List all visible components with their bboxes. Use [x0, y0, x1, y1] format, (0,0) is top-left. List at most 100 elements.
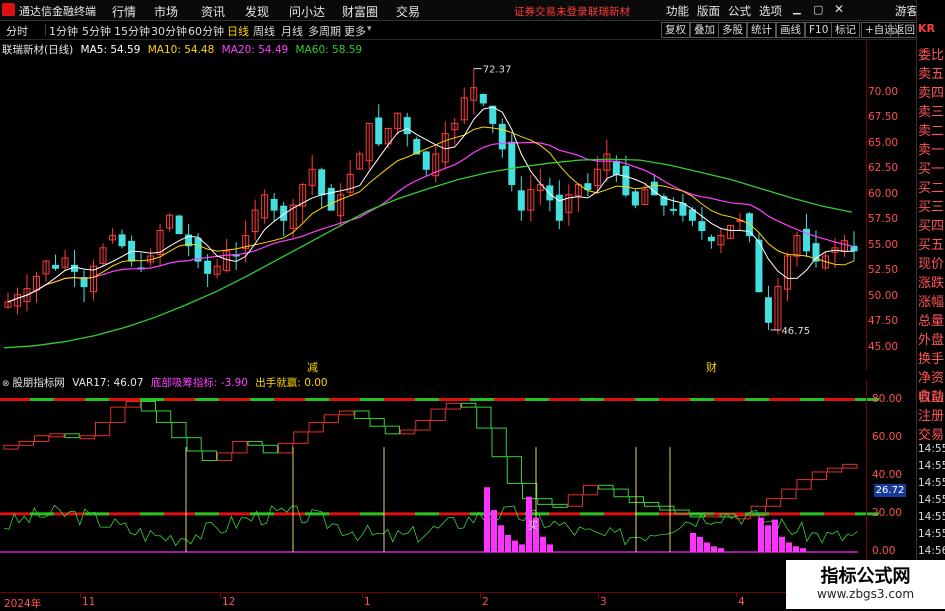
candle-body	[850, 245, 858, 252]
candle-body	[194, 237, 202, 262]
sidebar-item[interactable]: 注册	[918, 405, 944, 424]
accumulation-bar	[484, 487, 490, 552]
multi-stock-button[interactable]: 多股	[718, 22, 747, 38]
tab-daily[interactable]: 日线	[227, 23, 249, 39]
stats-button[interactable]: 统计	[747, 22, 776, 38]
sidebar-item[interactable]: 卖二	[918, 120, 944, 139]
menu-ask-xiaoda[interactable]: 问小达	[289, 3, 325, 20]
accumulation-bar	[793, 546, 799, 552]
menu-function[interactable]: 功能	[666, 3, 689, 19]
price-tick-label: 62.50	[868, 162, 899, 175]
tab-weekly[interactable]: 周线	[253, 23, 275, 39]
sidebar-item[interactable]: 净资	[918, 367, 944, 386]
menu-discover[interactable]: 发现	[245, 3, 269, 20]
sidebar-item[interactable]: 卖一	[918, 139, 944, 158]
sidebar-item[interactable]: 买三	[918, 196, 944, 215]
sidebar-item[interactable]: 买四	[918, 215, 944, 234]
overlay-button[interactable]: 叠加	[690, 22, 719, 38]
price-tick-label: 70.00	[868, 85, 899, 98]
sidebar-item[interactable]: 交易	[918, 424, 944, 443]
event-flag-finance[interactable]: 财	[706, 359, 717, 375]
sidebar-item[interactable]: 买五	[918, 234, 944, 253]
var17-step	[506, 456, 522, 484]
sidebar-item[interactable]: 总量	[918, 310, 944, 329]
var17-step	[95, 421, 111, 437]
var17-step	[262, 444, 278, 454]
var17-step	[644, 501, 660, 507]
sidebar-item[interactable]: 涨跌	[918, 272, 944, 291]
chevron-down-icon[interactable]: ▾	[367, 24, 372, 34]
tab-multi-period[interactable]: 多周期	[308, 23, 341, 39]
trade-time: 14:55	[918, 528, 945, 540]
tab-60min[interactable]: 60分钟	[188, 23, 224, 39]
var17-step	[522, 482, 538, 500]
time-tick-mark	[598, 592, 599, 598]
oscillator-line	[3, 504, 858, 547]
candle-body	[679, 202, 687, 216]
menu-news[interactable]: 资讯	[201, 3, 225, 20]
sidebar-item[interactable]: 卖三	[918, 101, 944, 120]
candle-body	[546, 185, 554, 201]
adjust-button[interactable]: 复权	[661, 22, 690, 38]
price-tick-label: 50.00	[868, 289, 899, 302]
minimize-icon[interactable]: ▁	[793, 4, 801, 15]
sidebar-item[interactable]: 外盘	[918, 329, 944, 348]
var17-step	[34, 435, 50, 442]
candle-body	[764, 297, 772, 323]
login-warning[interactable]: 证券交易未登录	[514, 4, 588, 19]
legend-var17: VAR17: 46.07	[72, 377, 144, 389]
sidebar-item[interactable]: 委比	[918, 44, 944, 63]
time-tick-label: 3	[600, 596, 607, 608]
menu-layout[interactable]: 版面	[697, 3, 720, 19]
mark-button[interactable]: 标记	[831, 22, 860, 38]
tab-30min[interactable]: 30分钟	[151, 23, 187, 39]
price-tick-label: 57.50	[868, 213, 899, 226]
var17-step	[430, 408, 446, 421]
tab-1min[interactable]: 1分钟	[49, 23, 78, 39]
sidebar-item[interactable]: 买二	[918, 177, 944, 196]
menu-trade[interactable]: 交易	[396, 3, 420, 20]
time-tick-mark	[80, 592, 81, 598]
accumulation-bar	[704, 542, 710, 552]
close-icon[interactable]: ✕	[834, 2, 844, 16]
sidebar-item[interactable]: 涨幅	[918, 291, 944, 310]
trade-time: 14:55	[918, 443, 945, 455]
watermark-url: www.zbgs3.com	[816, 587, 915, 601]
var17-step	[49, 433, 65, 438]
price-tick-label: 47.50	[868, 315, 899, 328]
back-button[interactable]: 返回	[890, 22, 919, 38]
tab-5min[interactable]: 5分钟	[82, 23, 111, 39]
var17-step	[384, 425, 400, 435]
candle-body	[688, 209, 696, 221]
sidebar-item[interactable]: 买一	[918, 158, 944, 177]
indicator-chart[interactable]: 买	[0, 386, 880, 558]
time-tick-mark	[362, 592, 363, 598]
sidebar-item[interactable]: 卖五	[918, 63, 944, 82]
tab-timeshare[interactable]: 分时	[6, 23, 28, 39]
ma20-line	[7, 141, 855, 303]
event-flag-reduce[interactable]: 减	[307, 359, 318, 375]
menu-options[interactable]: 选项	[759, 3, 782, 19]
tab-more[interactable]: 更多	[344, 23, 366, 39]
f10-button[interactable]: F10	[805, 22, 833, 38]
time-tick-label: 4	[738, 596, 745, 608]
tab-15min[interactable]: 15分钟	[114, 23, 150, 39]
menu-formula[interactable]: 公式	[728, 3, 751, 19]
draw-line-button[interactable]: 画线	[776, 22, 805, 38]
tab-monthly[interactable]: 月线	[281, 23, 303, 39]
sidebar-item[interactable]: 自动	[918, 386, 944, 405]
candlestick-chart[interactable]: 72.37 46.75	[0, 40, 880, 370]
var17-step	[339, 410, 355, 416]
menu-market-quote[interactable]: 行情	[112, 3, 136, 20]
menu-market[interactable]: 市场	[154, 3, 178, 20]
accumulation-bar	[491, 510, 497, 552]
sidebar-item[interactable]: 换手	[918, 348, 944, 367]
menu-wealth-circle[interactable]: 财富圈	[342, 3, 378, 20]
var17-step	[613, 488, 629, 498]
restore-icon[interactable]: ▢	[813, 3, 823, 16]
indicator-toggle-icon[interactable]: ⊗	[2, 379, 12, 389]
var17-step	[567, 494, 583, 507]
sidebar-item[interactable]: 现价	[918, 253, 944, 272]
guest-label[interactable]: 游客	[895, 3, 918, 19]
sidebar-item[interactable]: 卖四	[918, 82, 944, 101]
